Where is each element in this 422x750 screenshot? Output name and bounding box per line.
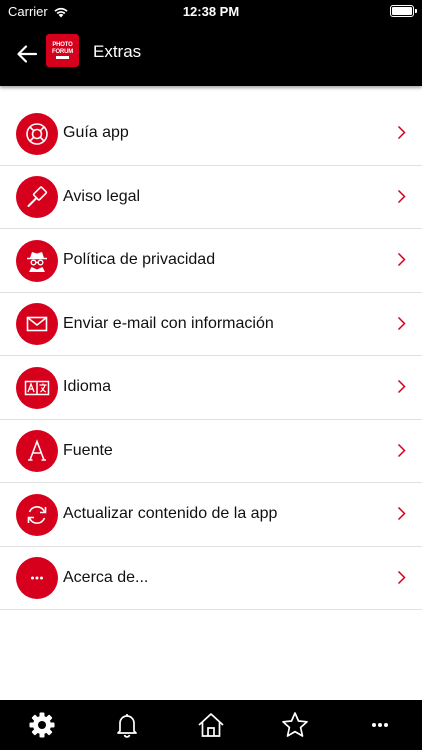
logo-bar [56, 56, 69, 59]
gavel-icon [27, 186, 48, 207]
chevron-right-icon [397, 125, 406, 140]
menu-item-icon-badge [16, 112, 58, 155]
menu-item-label: Enviar e-mail con información [63, 314, 274, 332]
battery-icon [390, 5, 417, 17]
spy-icon [27, 251, 47, 272]
more-icon [371, 723, 388, 727]
chevron-right-icon [397, 443, 406, 457]
status-time: 12:38 PM [182, 4, 240, 19]
menu-item-label: Acerca de... [63, 568, 149, 586]
chevron-right-icon [397, 570, 406, 584]
menu-item-fuente[interactable]: Fuente [0, 420, 422, 483]
chevron-right-icon [397, 252, 406, 267]
chevron-right-icon [397, 189, 406, 203]
menu-item-icon-badge [16, 239, 58, 282]
menu-item-icon-badge [16, 176, 58, 218]
tab-home[interactable] [191, 705, 231, 745]
menu-item-label: Política de privacidad [63, 251, 216, 268]
font-icon [28, 439, 46, 461]
menu-item-label: Fuente [63, 441, 113, 459]
tab-more[interactable] [360, 705, 400, 745]
logo-line-2: FORUM [52, 48, 73, 55]
chevron-right-icon [397, 316, 406, 330]
refresh-icon [27, 505, 47, 524]
tab-notifications[interactable] [107, 705, 147, 745]
tab-settings[interactable] [22, 705, 62, 745]
menu-item-label: Aviso legal [63, 187, 141, 205]
navigation-bar: PHOTO FORUM Extras [0, 22, 422, 86]
menu-item-label: Idioma [63, 378, 112, 395]
app-logo: PHOTO FORUM [46, 34, 79, 67]
menu-item-icon-badge [16, 430, 58, 472]
tab-bar [0, 700, 422, 750]
menu-item-label: Guía app [63, 124, 129, 141]
menu-item-actualizar-contenido[interactable]: Actualizar contenido de la app [0, 483, 422, 547]
envelope-icon [26, 316, 48, 332]
menu-item-guia-app[interactable]: Guía app [0, 102, 422, 166]
lifebuoy-icon [26, 122, 48, 145]
menu-item-icon-badge [16, 557, 58, 599]
menu-item-aviso-legal[interactable]: Aviso legal [0, 166, 422, 229]
settings-icon [29, 712, 55, 738]
translate-icon [24, 380, 50, 395]
chevron-right-icon [397, 506, 406, 521]
menu-item-label: Actualizar contenido de la app [63, 505, 278, 522]
menu-item-icon-badge [16, 303, 58, 345]
menu-item-acerca-de[interactable]: Acerca de... [0, 547, 422, 610]
page-title: Extras [93, 42, 142, 61]
tab-favorites[interactable] [275, 705, 315, 745]
extras-menu: Guía app Aviso legal Política de privaci… [0, 102, 422, 610]
menu-item-enviar-email[interactable]: Enviar e-mail con información [0, 293, 422, 356]
menu-item-idioma[interactable]: Idioma [0, 356, 422, 420]
status-bar: Carrier 12:38 PM [0, 0, 422, 22]
menu-item-icon-badge [16, 366, 58, 409]
back-arrow-icon[interactable] [14, 41, 40, 67]
menu-item-politica-privacidad[interactable]: Política de privacidad [0, 229, 422, 293]
home-icon [198, 713, 224, 737]
chevron-right-icon [397, 379, 406, 394]
bell-icon [116, 714, 137, 738]
menu-item-icon-badge [16, 493, 58, 536]
more-icon [31, 576, 43, 580]
star-icon [282, 712, 309, 737]
